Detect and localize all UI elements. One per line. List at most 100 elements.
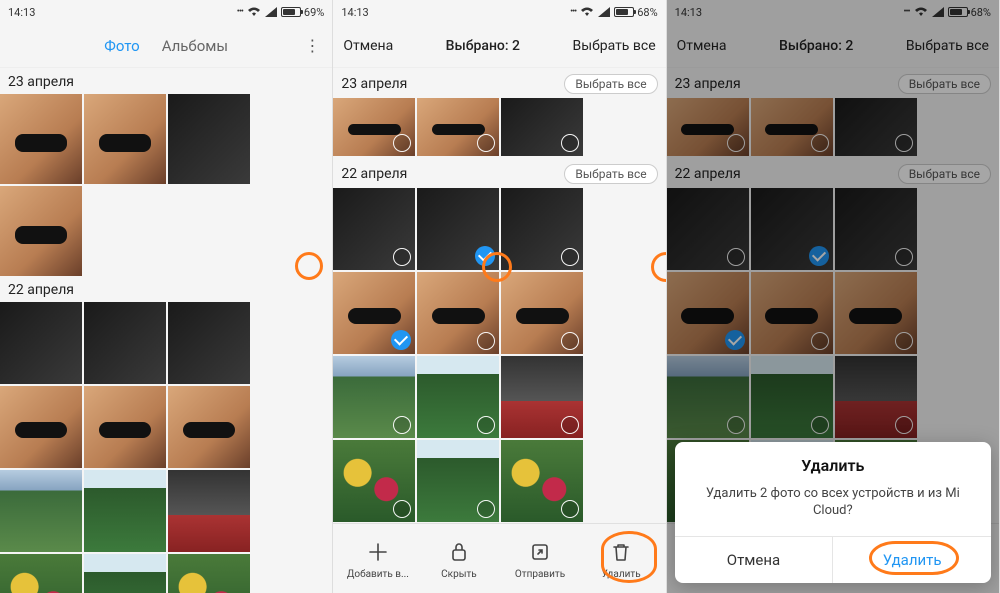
photo-thumb[interactable] [501,98,583,156]
select-check-icon[interactable] [475,246,495,266]
photo-thumb[interactable] [84,94,166,184]
select-circle-icon[interactable] [561,134,579,152]
dialog-title: Удалить [675,442,991,481]
photo-thumb[interactable] [168,386,250,468]
select-circle-icon[interactable] [477,416,495,434]
select-check-icon[interactable] [391,330,411,350]
photo-thumb[interactable] [0,94,82,184]
status-time: 14:13 [341,6,368,19]
photo-thumb[interactable] [501,356,583,438]
photo-thumb[interactable] [333,188,415,270]
signal-icon [265,7,277,17]
select-circle-icon[interactable] [477,332,495,350]
section-date: 22 апреля [341,166,407,182]
select-circle-icon[interactable] [393,416,411,434]
pane-dialog: 14:13 ••• 68% Отмена Выбрано: 2 Выбрать … [667,0,1000,593]
photo-thumb[interactable] [84,386,166,468]
action-label: Скрыть [441,569,477,580]
action-delete[interactable]: Удалить [581,539,662,580]
photo-thumb[interactable] [0,302,82,384]
selection-toolbar: Отмена Выбрано: 2 Выбрать все [333,24,665,68]
section-header: 23 апреля Выбрать все [333,68,665,98]
pane-gallery: 14:13 ••• 69% Фото Альбомы ⋮ 23 апреля [0,0,333,593]
photo-thumb[interactable] [333,98,415,156]
action-add[interactable]: Добавить в... [337,539,418,580]
gallery-toolbar: Фото Альбомы ⋮ [0,24,332,68]
photo-grid [0,94,332,276]
photo-thumb[interactable] [0,386,82,468]
action-send[interactable]: Отправить [499,539,580,580]
action-label: Отправить [515,569,565,580]
select-circle-icon[interactable] [393,500,411,518]
photo-thumb[interactable] [417,356,499,438]
dialog-message: Удалить 2 фото со всех устройств и из Mi… [675,481,991,536]
share-icon [527,539,553,565]
dialog-cancel-button[interactable]: Отмена [675,537,834,583]
section-date: 23 апреля [341,76,407,92]
gallery-tabs: Фото Альбомы [0,37,332,55]
photo-thumb[interactable] [501,440,583,522]
battery-indicator: 69% [281,6,324,19]
photo-thumb[interactable] [417,440,499,522]
select-circle-icon[interactable] [477,134,495,152]
photo-thumb[interactable] [84,302,166,384]
cell-dots-icon: ••• [570,7,576,17]
section-header: 22 апреля [0,276,332,302]
action-bar: Добавить в... Скрыть Отправить Удалить [333,523,665,593]
cancel-button[interactable]: Отмена [343,38,393,54]
select-circle-icon[interactable] [561,500,579,518]
action-label: Добавить в... [347,569,409,580]
section-select-all[interactable]: Выбрать все [564,74,657,94]
photo-thumb[interactable] [0,554,82,593]
section-date: 23 апреля [8,74,74,90]
photo-thumb[interactable] [417,188,499,270]
photo-thumb[interactable] [417,98,499,156]
photo-thumb[interactable] [0,186,82,276]
plus-icon [365,539,391,565]
photo-thumb[interactable] [333,440,415,522]
select-circle-icon[interactable] [477,500,495,518]
section-select-all[interactable]: Выбрать все [564,164,657,184]
photo-thumb[interactable] [168,94,250,184]
photo-thumb[interactable] [168,470,250,552]
photo-thumb[interactable] [501,188,583,270]
select-circle-icon[interactable] [561,332,579,350]
status-time: 14:13 [8,6,35,19]
select-circle-icon[interactable] [561,416,579,434]
battery-icon [614,7,634,17]
photo-thumb[interactable] [333,356,415,438]
select-circle-icon[interactable] [393,134,411,152]
trash-icon [608,539,634,565]
dialog-buttons: Отмена Удалить [675,536,991,583]
battery-indicator: 68% [614,6,657,19]
select-circle-icon[interactable] [393,248,411,266]
tab-albums[interactable]: Альбомы [162,37,228,55]
photo-thumb[interactable] [84,470,166,552]
select-circle-icon[interactable] [561,248,579,266]
status-bar: 14:13 ••• 68% [333,0,665,24]
photo-thumb[interactable] [417,272,499,354]
status-bar: 14:13 ••• 69% [0,0,332,24]
photo-thumb[interactable] [168,554,250,593]
action-hide[interactable]: Скрыть [418,539,499,580]
battery-percent: 68% [637,6,657,19]
battery-icon [281,7,301,17]
battery-percent: 69% [304,6,324,19]
pane-select: 14:13 ••• 68% Отмена Выбрано: 2 Выбрать … [333,0,666,593]
photo-thumb[interactable] [168,302,250,384]
signal-icon [598,7,610,17]
wifi-icon [247,7,261,17]
select-all-button[interactable]: Выбрать все [572,38,655,54]
photo-thumb[interactable] [333,272,415,354]
menu-dots-icon[interactable]: ⋮ [302,36,322,55]
photo-thumb[interactable] [501,272,583,354]
dialog-confirm-button[interactable]: Удалить [833,537,991,583]
section-header: 22 апреля Выбрать все [333,158,665,188]
delete-dialog: Удалить Удалить 2 фото со всех устройств… [675,442,991,583]
photo-thumb[interactable] [0,470,82,552]
wifi-icon [580,7,594,17]
tab-photo[interactable]: Фото [104,37,139,55]
photo-thumb[interactable] [84,554,166,593]
action-label: Удалить [602,569,641,580]
selection-count: Выбрано: 2 [446,38,520,54]
